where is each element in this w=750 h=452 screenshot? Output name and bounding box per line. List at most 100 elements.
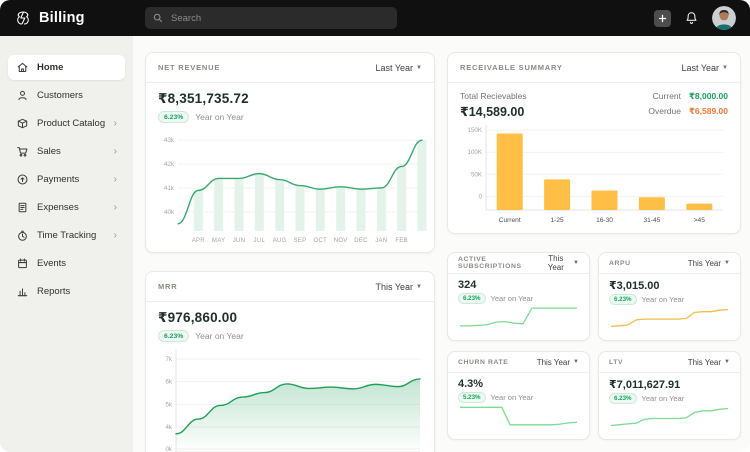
user-avatar[interactable] bbox=[712, 6, 736, 30]
mrr-value: ₹976,860.00 bbox=[158, 310, 422, 326]
sidebar-item-label: Time Tracking bbox=[37, 230, 96, 241]
card-title: MRR bbox=[158, 282, 177, 291]
period-value: This Year bbox=[537, 358, 570, 367]
churn-rate-card: CHURN RATE This Year ▼ 4.3% 5.23% Year o… bbox=[447, 351, 590, 440]
receivable-summary-card: RECEIVABLE SUMMARY Last Year ▼ Total Rec… bbox=[447, 52, 741, 234]
svg-text:6k: 6k bbox=[165, 379, 172, 386]
search-icon bbox=[153, 13, 163, 23]
sidebar-item-reports[interactable]: Reports bbox=[8, 279, 125, 304]
chevron-down-icon: ▼ bbox=[573, 260, 579, 266]
svg-text:150K: 150K bbox=[468, 127, 483, 134]
period-value: This Year bbox=[542, 254, 570, 272]
expenses-icon bbox=[16, 201, 29, 214]
overdue-label: Overdue bbox=[648, 106, 681, 116]
sidebar-item-product-catalog[interactable]: Product Catalog › bbox=[8, 111, 125, 136]
current-value: ₹8,000.00 bbox=[689, 91, 728, 102]
sidebar-nav: Home Customers Product Catalog › Sales› P… bbox=[0, 55, 133, 304]
card-title: NET REVENUE bbox=[158, 63, 220, 72]
reports-icon bbox=[16, 285, 29, 298]
total-receivables-label: Total Recievables bbox=[460, 91, 527, 101]
yoy-caption: Year on Year bbox=[491, 393, 534, 402]
app-logo-icon bbox=[14, 10, 32, 27]
brand: Billing bbox=[14, 10, 85, 27]
yoy-caption: Year on Year bbox=[195, 112, 243, 122]
app-title: Billing bbox=[39, 10, 85, 26]
sidebar-item-label: Customers bbox=[37, 90, 83, 101]
chevron-right-icon: › bbox=[114, 119, 117, 129]
chevron-right-icon: › bbox=[114, 231, 117, 241]
sidebar-item-home[interactable]: Home bbox=[8, 55, 125, 80]
period-select[interactable]: This Year ▼ bbox=[688, 358, 730, 367]
mrr-chart: 7k6k5k4k0kAPRMAYJUNJULAUGSEPOCTNOVDECJAN… bbox=[152, 346, 428, 452]
svg-text:0k: 0k bbox=[165, 446, 172, 452]
yoy-caption: Year on Year bbox=[642, 295, 685, 304]
card-title: ARPU bbox=[609, 260, 631, 267]
svg-text:31-45: 31-45 bbox=[643, 217, 660, 224]
period-select[interactable]: This Year ▼ bbox=[542, 254, 579, 272]
chevron-right-icon: › bbox=[114, 203, 117, 213]
arpu-value: ₹3,015.00 bbox=[609, 279, 730, 292]
svg-text:JAN: JAN bbox=[375, 238, 387, 244]
sales-icon bbox=[16, 145, 29, 158]
svg-text:Current: Current bbox=[499, 217, 521, 224]
card-title: LTV bbox=[609, 359, 623, 366]
svg-text:7k: 7k bbox=[165, 356, 172, 363]
ltv-value: ₹7,011,627.91 bbox=[609, 378, 730, 391]
active-subscriptions-value: 324 bbox=[458, 279, 579, 291]
plus-icon bbox=[658, 14, 667, 23]
svg-text:SEP: SEP bbox=[294, 238, 307, 244]
yoy-badge: 6.23% bbox=[458, 293, 486, 304]
svg-text:50K: 50K bbox=[471, 171, 483, 178]
app-window: Billing bbox=[0, 0, 750, 452]
topbar-actions bbox=[654, 6, 736, 30]
svg-text:JUN: JUN bbox=[233, 238, 246, 244]
period-select[interactable]: Last Year ▼ bbox=[376, 63, 423, 73]
chevron-right-icon: › bbox=[114, 175, 117, 185]
period-select[interactable]: This Year ▼ bbox=[688, 259, 730, 268]
sidebar-item-expenses[interactable]: Expenses › bbox=[8, 195, 125, 220]
search-input[interactable] bbox=[169, 12, 389, 25]
svg-text:1-25: 1-25 bbox=[550, 217, 564, 224]
search-box[interactable] bbox=[145, 7, 397, 29]
churn-rate-value: 4.3% bbox=[458, 378, 579, 390]
payments-icon bbox=[16, 173, 29, 186]
net-revenue-card: NET REVENUE Last Year ▼ ₹8,351,735.72 6.… bbox=[145, 52, 435, 253]
sidebar-item-time-tracking[interactable]: Time Tracking › bbox=[8, 223, 125, 248]
sidebar-item-payments[interactable]: Payments› bbox=[8, 167, 125, 192]
mrr-card: MRR This Year ▼ ₹976,860.00 6.23% Year o… bbox=[145, 271, 435, 452]
total-receivables: Total Recievables ₹14,589.00 bbox=[460, 91, 527, 119]
yoy-caption: Year on Year bbox=[642, 394, 685, 403]
period-value: This Year bbox=[688, 358, 721, 367]
sidebar: Home Customers Product Catalog › Sales› P… bbox=[0, 36, 133, 452]
home-icon bbox=[16, 61, 29, 74]
receivable-breakdown: Current ₹8,000.00 Overdue ₹6,589.00 bbox=[648, 91, 728, 119]
period-value: Last Year bbox=[682, 63, 720, 73]
period-select[interactable]: Last Year ▼ bbox=[682, 63, 729, 73]
churn-rate-sparkline bbox=[458, 404, 579, 428]
period-value: This Year bbox=[688, 259, 721, 268]
card-title: CHURN RATE bbox=[458, 359, 508, 366]
active-subscriptions-card: ACTIVE SUBSCRIPTIONS This Year ▼ 324 6.2… bbox=[447, 252, 590, 341]
chevron-down-icon: ▼ bbox=[724, 260, 730, 266]
chevron-down-icon: ▼ bbox=[416, 65, 422, 71]
sidebar-item-events[interactable]: Events bbox=[8, 251, 125, 276]
period-select[interactable]: This Year ▼ bbox=[376, 282, 422, 292]
sidebar-item-customers[interactable]: Customers bbox=[8, 83, 125, 108]
chevron-right-icon: › bbox=[114, 147, 117, 157]
sidebar-item-label: Product Catalog bbox=[37, 118, 105, 129]
svg-text:>45: >45 bbox=[694, 217, 706, 224]
active-subscriptions-sparkline bbox=[458, 305, 579, 329]
events-icon bbox=[16, 257, 29, 270]
chevron-down-icon: ▼ bbox=[416, 284, 422, 290]
svg-text:JUL: JUL bbox=[254, 238, 266, 244]
period-value: Last Year bbox=[376, 63, 414, 73]
sidebar-item-sales[interactable]: Sales› bbox=[8, 139, 125, 164]
notifications-bell-icon[interactable] bbox=[685, 11, 698, 25]
add-button[interactable] bbox=[654, 10, 671, 27]
period-select[interactable]: This Year ▼ bbox=[537, 358, 579, 367]
sidebar-item-label: Expenses bbox=[37, 202, 79, 213]
svg-text:NOV: NOV bbox=[334, 238, 348, 244]
net-revenue-chart: 43k42k41k40kAPRMAYJUNJULAUGSEPOCTNOVDECJ… bbox=[152, 127, 428, 245]
arpu-card: ARPU This Year ▼ ₹3,015.00 6.23% Year on… bbox=[598, 252, 741, 341]
yoy-badge: 6.23% bbox=[158, 330, 189, 342]
